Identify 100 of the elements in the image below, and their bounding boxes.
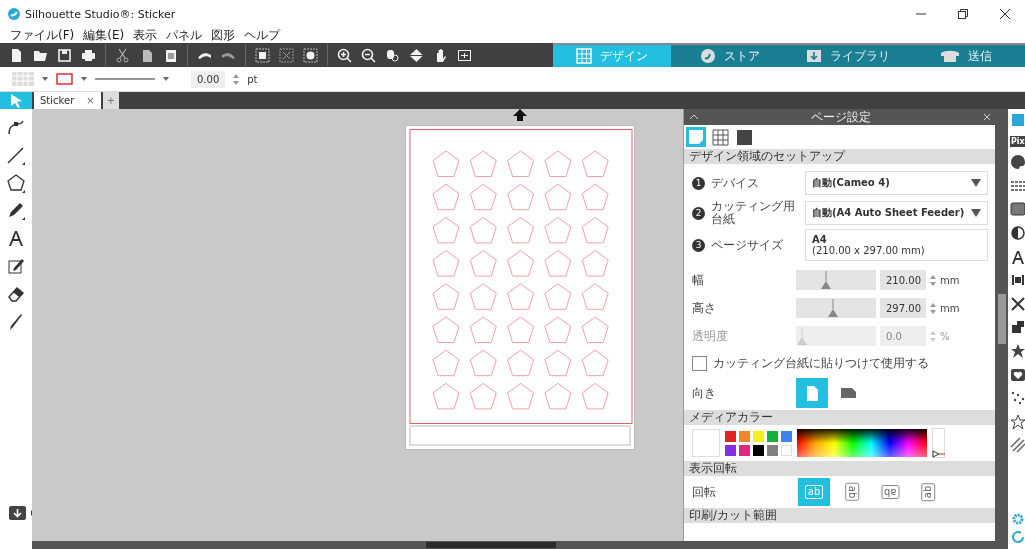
color-swatch[interactable] (781, 430, 792, 442)
menu-item[interactable]: 編集(E) (83, 27, 125, 44)
menu-item[interactable]: パネル (166, 27, 203, 44)
step-number: 1 (692, 176, 705, 190)
vertical-scrollbar[interactable] (995, 109, 1008, 541)
sparkle-icon[interactable] (1010, 390, 1025, 407)
color-swatch[interactable] (753, 444, 764, 456)
group-icon[interactable] (255, 47, 270, 63)
fill-icon[interactable] (1010, 201, 1025, 218)
dropdown-caret-icon[interactable] (163, 77, 169, 81)
menu-item[interactable]: 図形 (211, 27, 236, 44)
line-style-icon[interactable] (95, 77, 155, 81)
dropdown-caret-icon[interactable] (81, 77, 87, 81)
document-tab[interactable]: Sticker × (34, 92, 101, 109)
grid-icon (576, 48, 592, 64)
new-file-icon[interactable] (9, 47, 24, 63)
text-glyph-icon[interactable] (1010, 248, 1025, 265)
dropdown-caret-icon[interactable] (42, 77, 48, 81)
color-swatch[interactable] (753, 430, 764, 442)
hatch-icon[interactable] (1010, 437, 1025, 454)
mode-tab[interactable]: ストア (671, 43, 789, 67)
import-icon[interactable] (8, 505, 34, 521)
refresh-icon[interactable] (1011, 530, 1025, 544)
menu-item[interactable]: 表示 (133, 27, 158, 44)
dropdown-caret-icon (971, 209, 981, 217)
pixscan-button[interactable]: Pix (1010, 135, 1025, 147)
palette-icon[interactable] (1010, 154, 1025, 171)
pencil-tool-icon (6, 200, 26, 221)
mode-tab[interactable]: 送信 (907, 43, 1025, 67)
dropdown[interactable]: 自動(A4 Auto Sheet Feeder) (805, 201, 988, 225)
page-size-field[interactable]: A4 (210.00 x 297.00 mm) (805, 229, 988, 261)
checkbox[interactable] (692, 355, 707, 371)
close-tab-button[interactable]: × (86, 95, 95, 106)
grid-icon (711, 128, 729, 146)
field-label: ページサイズ (711, 238, 784, 252)
color-swatch[interactable] (781, 444, 792, 456)
rotation-option[interactable]: ab (836, 478, 868, 506)
page-icon (687, 128, 705, 146)
slider-thumb[interactable] (820, 271, 831, 289)
ungroup-icon[interactable] (279, 47, 294, 63)
rotation-option[interactable]: ab (874, 478, 906, 506)
step-number: 3 (692, 238, 705, 252)
scissors-icon[interactable] (115, 47, 130, 63)
slider-thumb[interactable] (827, 299, 838, 317)
line-width-field[interactable]: 0.00 (191, 70, 226, 88)
save-icon[interactable] (57, 47, 72, 63)
panel-tab[interactable] (734, 127, 754, 147)
field-label: デバイス (711, 176, 760, 190)
panel-title: ページ設定 (811, 109, 871, 126)
dropdown[interactable]: 自動(Cameo 4) (805, 171, 988, 195)
field-label: 透明度 (692, 327, 729, 345)
slider[interactable] (796, 326, 876, 346)
zoom-in-icon[interactable] (337, 47, 352, 63)
unit-label: mm (940, 274, 960, 286)
polygon-tool-icon (6, 172, 26, 193)
color-swatch[interactable] (725, 430, 736, 442)
color-spectrum[interactable] (797, 429, 927, 457)
page-up-arrow-icon[interactable] (513, 109, 527, 121)
color-swatch[interactable] (739, 430, 750, 442)
color-swatch[interactable] (739, 444, 750, 456)
app-logo-icon (8, 8, 20, 20)
print-icon[interactable] (81, 47, 96, 63)
unit-label: pt (247, 73, 258, 85)
move-down-icon[interactable] (409, 47, 424, 63)
field-label: 高さ (692, 299, 717, 317)
transparency-icon[interactable] (1010, 224, 1025, 241)
restore-icon[interactable] (957, 8, 969, 20)
section-header: メディアカラー (684, 410, 996, 425)
current-color-swatch (692, 429, 720, 457)
section-header: 表示回転 (684, 461, 996, 476)
value-field[interactable]: 297.00 (880, 298, 926, 318)
value-field[interactable]: 210.00 (880, 270, 926, 290)
menu-item[interactable]: ヘルプ (244, 27, 281, 44)
zoom-out-icon[interactable] (361, 47, 376, 63)
color-slider-icon[interactable] (932, 428, 945, 458)
field-label: 幅 (692, 271, 705, 289)
close-icon[interactable] (999, 8, 1011, 20)
heart-frame-icon[interactable] (1010, 366, 1025, 383)
settings-icon[interactable] (1011, 512, 1025, 526)
fit-page-icon[interactable] (457, 47, 472, 63)
slider[interactable] (796, 270, 876, 290)
menu-item[interactable]: ファイル(F) (10, 27, 75, 44)
replicate-icon[interactable] (1010, 319, 1025, 336)
star-icon[interactable] (1010, 342, 1025, 359)
line-color-icon[interactable] (56, 73, 73, 85)
star-outline-icon[interactable] (1010, 413, 1025, 430)
spinner-icon[interactable] (930, 302, 936, 314)
rotation-option[interactable]: ab (912, 478, 944, 506)
slider[interactable] (796, 298, 876, 318)
collapse-icon[interactable] (689, 114, 699, 120)
horizontal-scrollbar[interactable] (32, 541, 1008, 549)
mode-tab[interactable]: ライブラリ (789, 43, 907, 67)
spinner-icon[interactable] (233, 73, 240, 85)
color-swatch[interactable] (767, 430, 778, 442)
color-swatch[interactable] (767, 444, 778, 456)
step-number: 2 (692, 206, 705, 220)
section-header: 印刷/カット範囲 (684, 508, 996, 523)
sketch-pad-icon (6, 256, 26, 276)
spinner-icon[interactable] (930, 274, 936, 286)
color-swatch[interactable] (725, 444, 736, 456)
